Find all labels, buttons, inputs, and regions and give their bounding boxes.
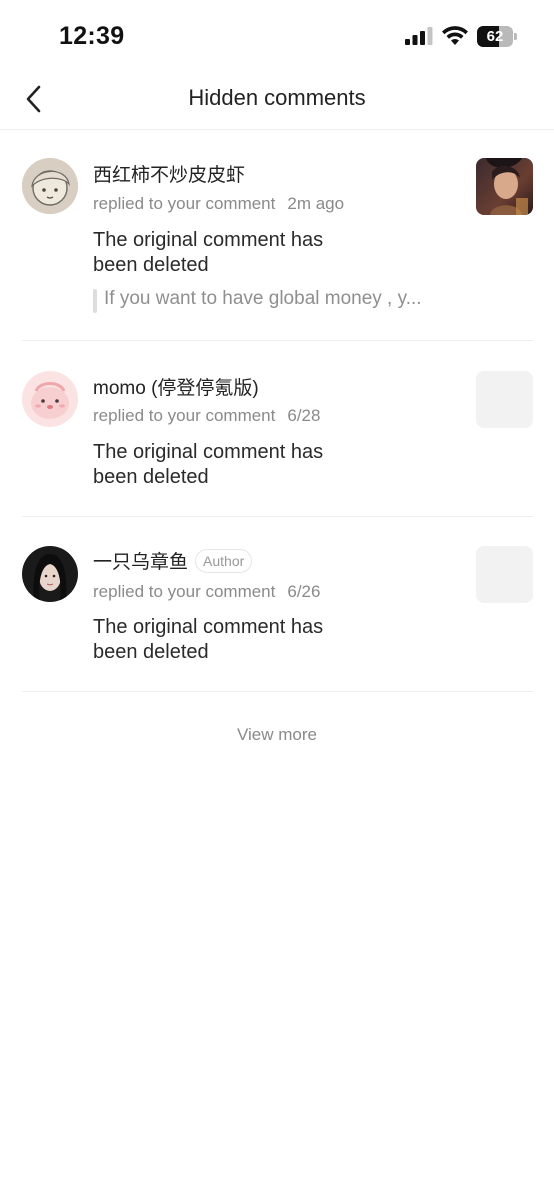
timestamp: 6/28 bbox=[287, 406, 321, 425]
action-text: replied to your comment bbox=[93, 582, 276, 601]
quote-text: If you want to have global money , y... bbox=[104, 288, 422, 309]
comment-body-line: been deleted bbox=[93, 466, 209, 488]
avatar[interactable] bbox=[22, 158, 78, 214]
username[interactable]: 西红柿不炒皮皮虾 bbox=[93, 160, 245, 187]
comment-meta: replied to your comment 2m ago bbox=[93, 194, 344, 214]
view-more-button[interactable]: View more bbox=[0, 725, 554, 745]
action-text: replied to your comment bbox=[93, 406, 276, 425]
username-row: 一只乌章鱼 Author bbox=[93, 547, 253, 574]
comment-body: The original comment has been deleted bbox=[93, 228, 353, 278]
comment-body-line: been deleted bbox=[93, 641, 209, 663]
post-thumbnail[interactable] bbox=[476, 158, 533, 215]
post-thumbnail-placeholder[interactable] bbox=[476, 371, 533, 428]
comment-meta: replied to your comment 6/28 bbox=[93, 406, 320, 426]
comment-body-line: The original comment has bbox=[93, 441, 324, 463]
comment-body-line: The original comment has bbox=[93, 229, 324, 251]
divider bbox=[22, 516, 533, 517]
avatar[interactable] bbox=[22, 371, 78, 427]
divider bbox=[22, 691, 533, 692]
username[interactable]: 一只乌章鱼 bbox=[93, 552, 188, 573]
comment-body: The original comment has been deleted bbox=[93, 440, 353, 490]
quote-bar bbox=[93, 289, 97, 313]
author-badge: Author bbox=[195, 549, 253, 573]
timestamp: 6/26 bbox=[287, 582, 321, 601]
action-text: replied to your comment bbox=[93, 194, 276, 213]
battery-level: 62 bbox=[486, 28, 504, 45]
status-time: 12:39 bbox=[59, 22, 125, 50]
timestamp: 2m ago bbox=[287, 194, 345, 213]
comment-body-line: The original comment has bbox=[93, 616, 324, 638]
comment-body-line: been deleted bbox=[93, 254, 209, 276]
comment-body: The original comment has been deleted bbox=[93, 615, 353, 665]
page-title: Hidden comments bbox=[188, 85, 366, 110]
post-thumbnail-placeholder[interactable] bbox=[476, 546, 533, 603]
battery-icon: 62 bbox=[477, 26, 517, 47]
comment-meta: replied to your comment 6/26 bbox=[93, 582, 320, 602]
nav-bar: Hidden comments bbox=[0, 72, 554, 130]
status-bar: 12:39 62 bbox=[0, 0, 554, 72]
signal-icon bbox=[405, 27, 433, 45]
username[interactable]: momo (停登停氪版) bbox=[93, 373, 259, 400]
wifi-icon bbox=[442, 26, 468, 45]
divider bbox=[22, 340, 533, 341]
quoted-comment: If you want to have global money , y... bbox=[93, 288, 453, 314]
avatar[interactable] bbox=[22, 546, 78, 602]
